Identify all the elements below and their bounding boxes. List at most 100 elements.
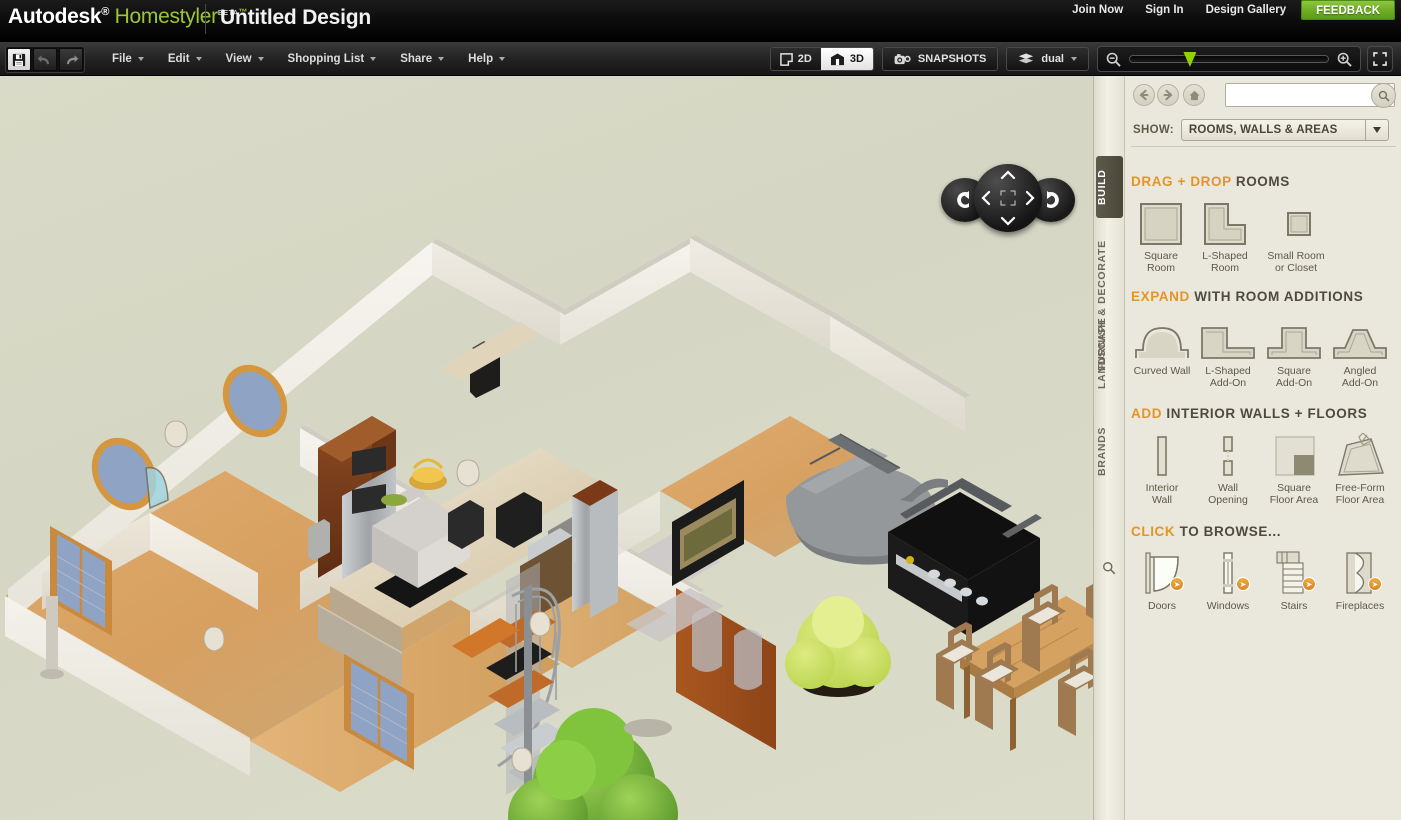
chevron-down-icon — [137, 57, 144, 61]
item-stairs[interactable]: ➤ Stairs — [1261, 545, 1327, 612]
item-angled-add-on[interactable]: Angled Add-On — [1327, 310, 1393, 389]
section-items-expand-room-additions: Curved Wall L-Shaped Add-On Square Add-O… — [1125, 310, 1401, 389]
panel-header: SHOW: ROOMS, WALLS & AREAS — [1125, 76, 1401, 144]
stairs-icon — [1261, 545, 1327, 597]
pan-control[interactable] — [974, 164, 1042, 232]
item-wall-opening[interactable]: Wall Opening — [1195, 427, 1261, 506]
section-title-accent: CLICK — [1131, 524, 1176, 539]
section-expand-room-additions: EXPAND WITH ROOM ADDITIONS Curved Wall L… — [1125, 289, 1401, 389]
redo-button[interactable] — [59, 48, 83, 71]
menu-view[interactable]: View — [214, 42, 276, 76]
chevron-down-icon — [1071, 57, 1077, 61]
layer-mode-dropdown[interactable]: dual — [1006, 47, 1089, 71]
item-windows[interactable]: ➤ Windows — [1195, 545, 1261, 612]
zoom-slider[interactable] — [1129, 52, 1329, 67]
zoom-out-icon[interactable] — [1106, 52, 1121, 67]
panel-home-button[interactable] — [1183, 84, 1205, 106]
tab-brands-label: BRANDS — [1096, 426, 1108, 476]
undo-button[interactable] — [33, 48, 57, 71]
section-items-click-to-browse: ➤ Doors ➤ Windows ➤ Stairs ➤ Fireplaces — [1125, 545, 1401, 612]
homestyler-app: Autodesk® HomestylerBETA™ Untitled Desig… — [0, 0, 1401, 820]
zoom-control — [1097, 46, 1361, 72]
item-interior-wall-label: Interior Wall — [1145, 482, 1179, 506]
save-icon — [12, 53, 26, 66]
menu-file[interactable]: File — [100, 42, 156, 76]
panel-search-box[interactable] — [1225, 83, 1396, 108]
recenter-icon[interactable] — [1000, 190, 1016, 206]
item-curved-wall-label: Curved Wall — [1133, 365, 1191, 377]
chevron-down-icon — [195, 57, 202, 61]
pan-down-icon[interactable] — [1000, 216, 1016, 226]
pan-right-icon[interactable] — [1025, 190, 1035, 206]
item-small-room-or-closet[interactable]: Small Room or Closet — [1257, 195, 1335, 274]
item-square-floor-area-label: Square Floor Area — [1269, 482, 1319, 506]
item-fireplaces[interactable]: ➤ Fireplaces — [1327, 545, 1393, 612]
item-square-add-on[interactable]: Square Add-On — [1261, 310, 1327, 389]
sign-in-link[interactable]: Sign In — [1134, 0, 1194, 20]
browse-arrow-badge[interactable]: ➤ — [1368, 577, 1382, 591]
panel-back-button[interactable] — [1133, 84, 1155, 106]
menu-edit[interactable]: Edit — [156, 42, 214, 76]
item-angled-add-on-label: Angled Add-On — [1341, 365, 1379, 389]
design-gallery-link[interactable]: Design Gallery — [1195, 0, 1298, 20]
section-title-rest: WITH ROOM ADDITIONS — [1189, 289, 1364, 304]
view-mode-switch: 2D 3D — [769, 47, 874, 71]
document-title: Untitled Design — [220, 6, 372, 29]
show-label: SHOW: — [1133, 124, 1174, 136]
pan-up-icon[interactable] — [1000, 170, 1016, 180]
item-interior-wall[interactable]: Interior Wall — [1129, 427, 1195, 506]
item-windows-label: Windows — [1206, 600, 1250, 612]
door-icon — [1129, 545, 1195, 597]
view-mode-2d-button[interactable]: 2D — [770, 48, 821, 70]
fullscreen-icon — [1373, 52, 1387, 66]
show-dropdown-value: ROOMS, WALLS & AREAS — [1188, 124, 1338, 136]
item-curved-wall[interactable]: Curved Wall — [1129, 310, 1195, 389]
item-doors[interactable]: ➤ Doors — [1129, 545, 1195, 612]
zoom-in-icon[interactable] — [1337, 52, 1352, 67]
item-l-shaped-room[interactable]: L-Shaped Room — [1193, 195, 1257, 274]
item-free-form-floor-area[interactable]: Free-Form Floor Area — [1327, 427, 1393, 506]
logo-registered: ® — [101, 6, 110, 18]
view-mode-2d-label: 2D — [797, 53, 812, 65]
browse-arrow-badge[interactable]: ➤ — [1236, 577, 1250, 591]
chevron-down-icon[interactable] — [1364, 120, 1388, 140]
item-square-floor-area[interactable]: Square Floor Area — [1261, 427, 1327, 506]
bbq-grill — [888, 478, 1042, 636]
undo-icon — [37, 54, 49, 64]
menu-edit-label: Edit — [167, 53, 190, 65]
tab-build-label: BUILD — [1096, 169, 1108, 205]
snapshots-button[interactable]: SNAPSHOTS — [881, 47, 999, 71]
shrub-small — [624, 719, 672, 737]
section-title-accent: EXPAND — [1131, 289, 1190, 304]
fullscreen-button[interactable] — [1367, 46, 1393, 72]
zoom-slider-thumb[interactable] — [1183, 52, 1197, 67]
tab-landscape[interactable]: LANDSCAPE — [1096, 298, 1123, 408]
item-square-room[interactable]: Square Room — [1129, 195, 1193, 274]
section-title-click-to-browse: CLICK TO BROWSE... — [1125, 524, 1401, 539]
show-dropdown[interactable]: ROOMS, WALLS & AREAS — [1180, 119, 1389, 141]
browse-arrow-badge[interactable]: ➤ — [1302, 577, 1316, 591]
join-now-link[interactable]: Join Now — [1061, 0, 1134, 20]
menu-help-label: Help — [468, 53, 494, 65]
view-navigation-widget — [941, 164, 1075, 232]
menu-shopping-list[interactable]: Shopping List — [276, 42, 389, 76]
item-l-shaped-add-on[interactable]: L-Shaped Add-On — [1195, 310, 1261, 389]
menu-bar: File Edit View Shopping List Share Help — [100, 42, 517, 76]
menu-share-label: Share — [400, 53, 433, 65]
feedback-button[interactable]: FEEDBACK — [1301, 0, 1395, 20]
menu-help[interactable]: Help — [456, 42, 517, 76]
panel-search-button[interactable] — [1102, 561, 1116, 578]
browse-arrow-badge[interactable]: ➤ — [1170, 577, 1184, 591]
save-button[interactable] — [7, 48, 31, 71]
pan-left-icon[interactable] — [981, 190, 991, 206]
main-toolbar: File Edit View Shopping List Share Help — [0, 42, 1401, 76]
view-mode-3d-button[interactable]: 3D — [820, 48, 873, 70]
design-viewport[interactable] — [0, 76, 1093, 820]
tab-build[interactable]: BUILD — [1096, 156, 1123, 218]
panel-forward-button[interactable] — [1157, 84, 1179, 106]
search-submit-button[interactable] — [1371, 83, 1396, 108]
tab-brands[interactable]: BRANDS — [1096, 406, 1123, 496]
search-input[interactable] — [1226, 84, 1368, 106]
panel-tab-strip: BUILD FURNISH & DECORATE LANDSCAPE BRAND… — [1093, 76, 1124, 820]
menu-share[interactable]: Share — [388, 42, 456, 76]
